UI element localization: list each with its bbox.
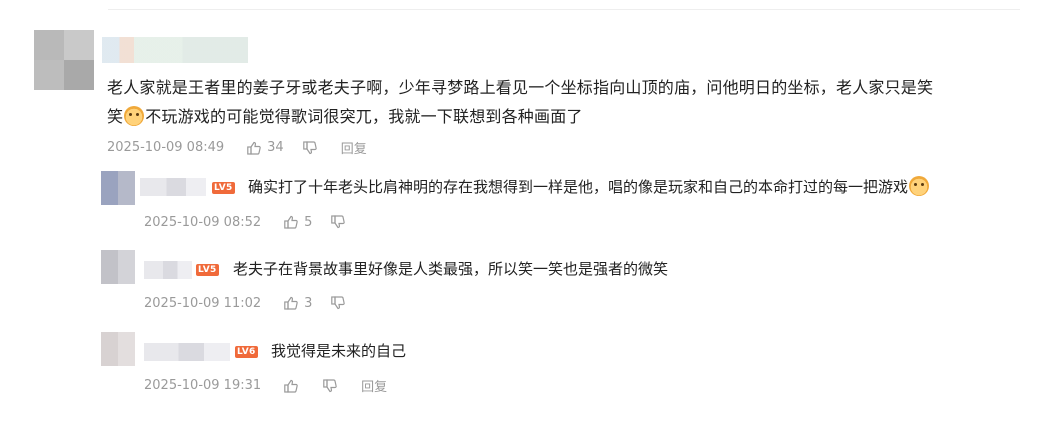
reply-username-blurred[interactable] (144, 343, 230, 361)
dislike-button[interactable] (330, 295, 351, 311)
reply-username-blurred[interactable] (140, 178, 206, 196)
dog-face-emoji-icon (909, 176, 930, 196)
main-comment-text: 老人家就是王者里的姜子牙或老夫子啊，少年寻梦路上看见一个坐标指向山顶的庙，问他明… (107, 73, 1012, 131)
main-comment-username-blurred[interactable] (102, 37, 248, 63)
reply-meta: 2025-10-09 08:52 5 (144, 214, 369, 230)
reply-timestamp: 2025-10-09 08:52 (144, 214, 262, 230)
reply-avatar[interactable] (101, 332, 135, 366)
reply-meta: 2025-10-09 11:02 3 (144, 295, 369, 311)
level-badge: LV6 (235, 346, 258, 358)
reply-timestamp: 2025-10-09 19:31 (144, 378, 262, 393)
like-button[interactable]: 3 (283, 295, 312, 311)
thumbs-down-icon (331, 215, 346, 229)
reply-meta: 2025-10-09 19:31 回复 (144, 376, 387, 395)
reply-avatar[interactable] (101, 171, 135, 205)
comment-section: 老人家就是王者里的姜子牙或老夫子啊，少年寻梦路上看见一个坐标指向山顶的庙，问他明… (0, 0, 1042, 422)
main-comment-meta: 2025-10-09 08:49 34 回复 (107, 138, 367, 157)
reply-button[interactable]: 回复 (341, 138, 367, 157)
top-divider (108, 9, 1020, 10)
thumbs-up-icon (247, 141, 261, 155)
reply-timestamp: 2025-10-09 11:02 (144, 295, 262, 311)
reply-text-content: 我觉得是未来的自己 (271, 342, 407, 360)
thumbs-down-icon (323, 378, 337, 392)
reply-avatar[interactable] (101, 250, 135, 284)
level-badge: LV5 (212, 182, 235, 194)
like-button[interactable]: 34 (246, 140, 284, 156)
thumbs-up-icon (284, 296, 298, 310)
dog-face-emoji-icon (124, 106, 145, 126)
main-comment-avatar[interactable] (34, 30, 94, 90)
like-count: 3 (304, 295, 313, 311)
reply-text-content: 老夫子在背景故事里好像是人类最强，所以笑一笑也是强者的微笑 (233, 260, 669, 278)
comment-timestamp: 2025-10-09 08:49 (107, 140, 225, 155)
reply-text-content: 确实打了十年老头比肩神明的存在我想得到一样是他，唱的像是玩家和自己的本命打过的每… (248, 178, 909, 196)
reply-text: 老夫子在背景故事里好像是人类最强，所以笑一笑也是强者的微笑 (233, 258, 668, 280)
dislike-button[interactable] (330, 214, 351, 230)
like-count: 5 (304, 214, 313, 230)
like-count: 34 (267, 140, 284, 155)
main-comment-text-line1: 老人家就是王者里的姜子牙或老夫子啊，少年寻梦路上看见一个坐标指向山顶的庙，问他明… (107, 78, 934, 97)
level-badge: LV5 (196, 264, 219, 276)
reply-button[interactable]: 回复 (361, 376, 387, 395)
thumbs-down-icon (331, 296, 346, 310)
thumbs-up-icon (284, 379, 298, 393)
reply-text: 我觉得是未来的自己 (271, 340, 406, 362)
like-button[interactable]: 5 (283, 214, 312, 230)
reply-username-blurred[interactable] (144, 261, 192, 279)
thumbs-down-icon (302, 140, 317, 154)
like-button[interactable] (283, 378, 304, 394)
main-comment-text-line2-prefix: 笑 (107, 107, 124, 126)
reply-text: 确实打了十年老头比肩神明的存在我想得到一样是他，唱的像是玩家和自己的本命打过的每… (248, 176, 930, 198)
dislike-button[interactable] (302, 140, 323, 156)
main-comment-text-line2-suffix: 不玩游戏的可能觉得歌词很突兀，我就一下联想到各种画面了 (145, 107, 583, 126)
thumbs-up-icon (284, 215, 298, 229)
dislike-button[interactable] (322, 378, 343, 394)
